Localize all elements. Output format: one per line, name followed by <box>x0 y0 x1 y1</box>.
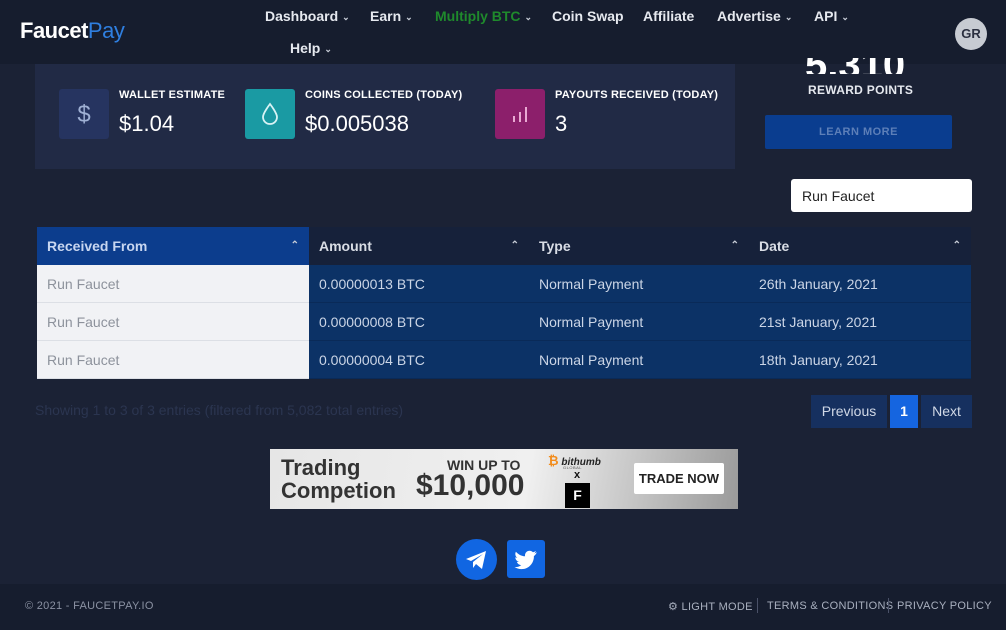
pagination-previous-button[interactable]: Previous <box>811 395 887 428</box>
bar-chart-icon <box>495 89 545 139</box>
chevron-down-icon: ⌄ <box>841 12 849 22</box>
nav-coin-swap[interactable]: Coin Swap <box>552 8 624 24</box>
nav-multiply-label: Multiply BTC <box>435 8 521 24</box>
cell-amount: 0.00000008 BTC <box>309 303 529 341</box>
cell-date: 26th January, 2021 <box>749 265 971 303</box>
logo-text-pay: Pay <box>87 18 125 43</box>
reward-points-value: 5,310 <box>805 58 905 74</box>
column-header-received-from[interactable]: Received From ⌃ <box>37 227 309 265</box>
top-navbar: FaucetPay Dashboard ⌄ Earn ⌄ Multiply BTC ⌄… <box>0 0 1006 64</box>
nav-affiliate[interactable]: Affiliate <box>643 8 694 24</box>
cell-type: Normal Payment <box>529 265 749 303</box>
trading-competition-banner[interactable]: Trading Competion WIN UP TO $10,000 ₿ bi… <box>270 449 738 509</box>
sort-icon: ⌃ <box>730 240 739 251</box>
footer-divider <box>888 598 889 613</box>
privacy-policy-link[interactable]: PRIVACY POLICY <box>897 600 992 612</box>
table-header: Received From ⌃ Amount ⌃ Type ⌃ Date ⌃ <box>37 227 971 265</box>
nav-api-label: API <box>814 8 838 24</box>
cell-received-from: Run Faucet <box>37 341 309 379</box>
reward-points-label: REWARD POINTS <box>808 83 914 97</box>
column-header-label: Type <box>539 238 571 254</box>
twitter-icon[interactable] <box>507 540 545 578</box>
banner-title-line2: Competion <box>281 478 396 503</box>
cell-received-from: Run Faucet <box>37 265 309 303</box>
chevron-down-icon: ⌄ <box>342 12 350 22</box>
payouts-received-value: 3 <box>555 111 568 136</box>
chevron-down-icon: ⌄ <box>405 12 413 22</box>
nav-earn[interactable]: Earn ⌄ <box>370 8 413 24</box>
banner-x-text: x <box>574 469 581 481</box>
nav-advertise-label: Advertise <box>717 8 781 24</box>
table-info: Showing 1 to 3 of 3 entries (filtered fr… <box>35 402 404 418</box>
nav-dashboard[interactable]: Dashboard ⌄ <box>265 8 350 24</box>
footer-divider <box>757 598 758 613</box>
cell-amount: 0.00000013 BTC <box>309 265 529 303</box>
wallet-estimate-value: $1.04 <box>119 111 175 136</box>
wallet-estimate-label: WALLET ESTIMATE <box>119 89 226 101</box>
table-row: Run Faucet 0.00000008 BTC Normal Payment… <box>37 303 971 341</box>
sort-icon: ⌃ <box>952 240 961 251</box>
logo-text-faucet: Faucet <box>20 18 88 43</box>
cell-amount: 0.00000004 BTC <box>309 341 529 379</box>
nav-help[interactable]: Help ⌄ <box>290 40 332 56</box>
drop-icon <box>245 89 295 139</box>
column-header-label: Amount <box>319 238 372 254</box>
nav-multiply-btc[interactable]: Multiply BTC ⌄ <box>435 8 532 24</box>
nav-advertise[interactable]: Advertise ⌄ <box>717 8 792 24</box>
search-input[interactable] <box>791 179 972 212</box>
chevron-down-icon: ⌄ <box>784 12 793 22</box>
column-header-date[interactable]: Date ⌃ <box>749 227 971 265</box>
cell-type: Normal Payment <box>529 303 749 341</box>
faucetpay-square-logo: F <box>565 483 590 508</box>
chevron-down-icon: ⌄ <box>324 44 332 54</box>
svg-text:$: $ <box>77 101 90 127</box>
nav-earn-label: Earn <box>370 8 402 24</box>
banner-title: Trading Competion <box>281 456 411 502</box>
trade-now-button[interactable]: TRADE NOW <box>634 463 724 494</box>
cell-received-from: Run Faucet <box>37 303 309 341</box>
cell-date: 18th January, 2021 <box>749 341 971 379</box>
stats-card: $ WALLET ESTIMATE $1.04 COINS COLLECTED … <box>35 64 735 169</box>
nav-api[interactable]: API ⌄ <box>814 8 849 24</box>
payouts-received-label: PAYOUTS RECEIVED (TODAY) <box>555 89 719 101</box>
terms-link[interactable]: TERMS & CONDITIONS <box>767 600 893 612</box>
table-row: Run Faucet 0.00000004 BTC Normal Payment… <box>37 341 971 379</box>
light-mode-toggle[interactable]: ⚙ LIGHT MODE <box>668 600 753 613</box>
column-header-label: Date <box>759 238 790 254</box>
coins-collected-label: COINS COLLECTED (TODAY) <box>305 89 463 101</box>
column-header-amount[interactable]: Amount ⌃ <box>309 227 529 265</box>
column-header-type[interactable]: Type ⌃ <box>529 227 749 265</box>
cell-type: Normal Payment <box>529 341 749 379</box>
settings-icon: ⚙ <box>668 601 679 613</box>
cell-date: 21st January, 2021 <box>749 303 971 341</box>
nav-affiliate-label: Affiliate <box>643 8 695 24</box>
pagination-next-button[interactable]: Next <box>921 395 972 428</box>
dollar-icon: $ <box>59 89 109 139</box>
footer: © 2021 - FAUCETPAY.IO ⚙ LIGHT MODE TERMS… <box>0 584 1006 630</box>
user-avatar[interactable]: GR <box>955 18 987 50</box>
banner-title-line1: Trading <box>281 455 361 480</box>
footer-copyright: © 2021 - FAUCETPAY.IO <box>25 600 154 612</box>
payments-table: Received From ⌃ Amount ⌃ Type ⌃ Date ⌃ R… <box>37 227 971 379</box>
learn-more-button[interactable]: LEARN MORE <box>765 115 952 149</box>
nav-dashboard-label: Dashboard <box>265 8 339 24</box>
faucetpay-logo[interactable]: FaucetPay <box>20 18 125 44</box>
column-header-label: Received From <box>47 238 148 254</box>
nav-help-label: Help <box>290 40 321 56</box>
telegram-icon[interactable] <box>456 539 497 580</box>
coins-collected-value: $0.005038 <box>305 111 409 136</box>
pagination-page-button[interactable]: 1 <box>890 395 918 428</box>
sort-ascending-icon: ⌃ <box>290 240 299 251</box>
table-row: Run Faucet 0.00000013 BTC Normal Payment… <box>37 265 971 303</box>
sort-icon: ⌃ <box>510 240 519 251</box>
light-mode-label: LIGHT MODE <box>681 601 753 613</box>
chevron-down-icon: ⌄ <box>524 12 533 22</box>
bithumb-b-icon: ₿ <box>548 453 559 468</box>
nav-coin-swap-label: Coin Swap <box>552 8 624 24</box>
banner-amount: $10,000 <box>416 469 525 502</box>
